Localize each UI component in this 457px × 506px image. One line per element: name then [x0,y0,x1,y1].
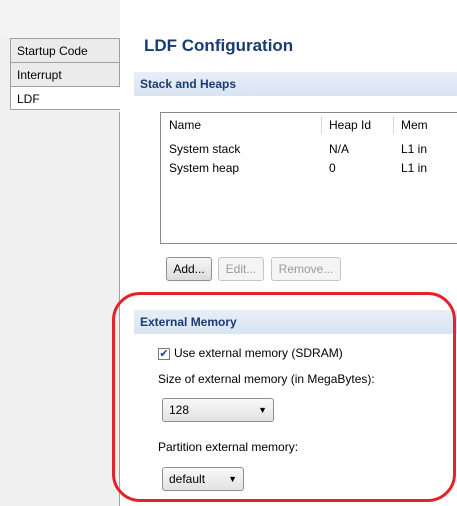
highlight-annotation [112,292,456,502]
remove-button[interactable]: Remove... [271,257,341,281]
edit-button[interactable]: Edit... [218,257,264,281]
cell-memory: L1 in [401,161,428,175]
cell-heap-id: N/A [329,142,350,156]
column-header-name[interactable]: Name [161,113,321,137]
cell-name: System heap [169,161,240,175]
page-title: LDF Configuration [144,36,294,55]
tab-startup-code[interactable]: Startup Code [10,38,120,62]
cell-name: System stack [169,142,241,156]
left-panel-top [0,0,120,38]
tab-interrupt[interactable]: Interrupt [10,62,120,86]
cell-heap-id: 0 [329,161,336,175]
table-row[interactable]: System stack N/A L1 in [161,140,457,159]
tab-ldf[interactable]: LDF [10,86,120,110]
add-button[interactable]: Add... [166,257,212,281]
section-header-stack-heaps: Stack and Heaps [134,72,457,96]
table-row[interactable]: System heap 0 L1 in [161,159,457,178]
table-header-row: Name Heap Id Mem [161,113,457,137]
cell-memory: L1 in [401,142,428,156]
column-header-memory[interactable]: Mem [393,113,457,137]
heaps-table: Name Heap Id Mem System stack N/A L1 in … [160,112,457,244]
tab-list: Startup Code Interrupt LDF [10,38,120,110]
column-header-heap-id[interactable]: Heap Id [321,113,393,137]
